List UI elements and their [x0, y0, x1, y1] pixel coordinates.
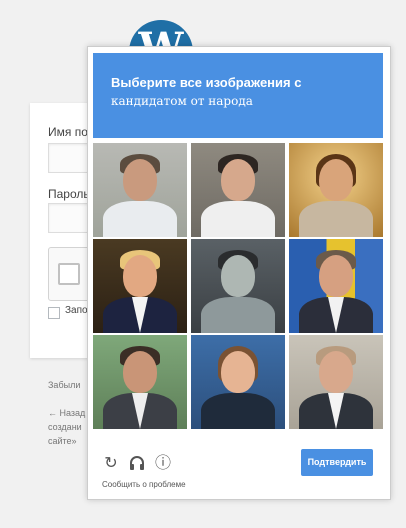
image-tile-2[interactable] — [191, 143, 285, 237]
username-label: Имя по — [48, 125, 88, 139]
verify-button[interactable]: Подтвердить — [301, 449, 373, 476]
image-grid — [93, 143, 383, 431]
remember-me-label: Запо — [65, 305, 88, 316]
password-label: Пароль — [48, 187, 90, 201]
image-tile-6[interactable] — [289, 239, 383, 333]
back-to-site-link-line-2[interactable]: создани — [48, 422, 82, 432]
remember-me-checkbox[interactable] — [48, 307, 60, 319]
captcha-challenge-popup: Выберите все изображения с кандидатом от… — [87, 46, 391, 500]
back-to-site-link-line-3[interactable]: сайте» — [48, 436, 77, 446]
image-tile-9[interactable] — [289, 335, 383, 429]
image-tile-5[interactable] — [191, 239, 285, 333]
image-tile-8[interactable] — [191, 335, 285, 429]
challenge-header: Выберите все изображения с кандидатом от… — [93, 53, 383, 138]
info-icon[interactable]: ⓘ — [154, 454, 172, 472]
challenge-subtitle: кандидатом от народа — [111, 94, 253, 108]
report-problem-link[interactable]: Сообщить о проблеме — [102, 480, 186, 489]
image-tile-1[interactable] — [93, 143, 187, 237]
headphones-icon[interactable] — [128, 454, 146, 472]
reload-icon[interactable]: ↻ — [102, 454, 120, 472]
image-tile-4[interactable] — [93, 239, 187, 333]
image-tile-7[interactable] — [93, 335, 187, 429]
back-to-site-link[interactable]: ← Назад — [48, 408, 85, 418]
lost-password-link[interactable]: Забыли — [48, 380, 80, 390]
image-tile-3[interactable] — [289, 143, 383, 237]
recaptcha-checkbox[interactable] — [58, 263, 80, 285]
challenge-title: Выберите все изображения с — [111, 75, 302, 90]
headphones-icon-svg — [130, 456, 144, 470]
